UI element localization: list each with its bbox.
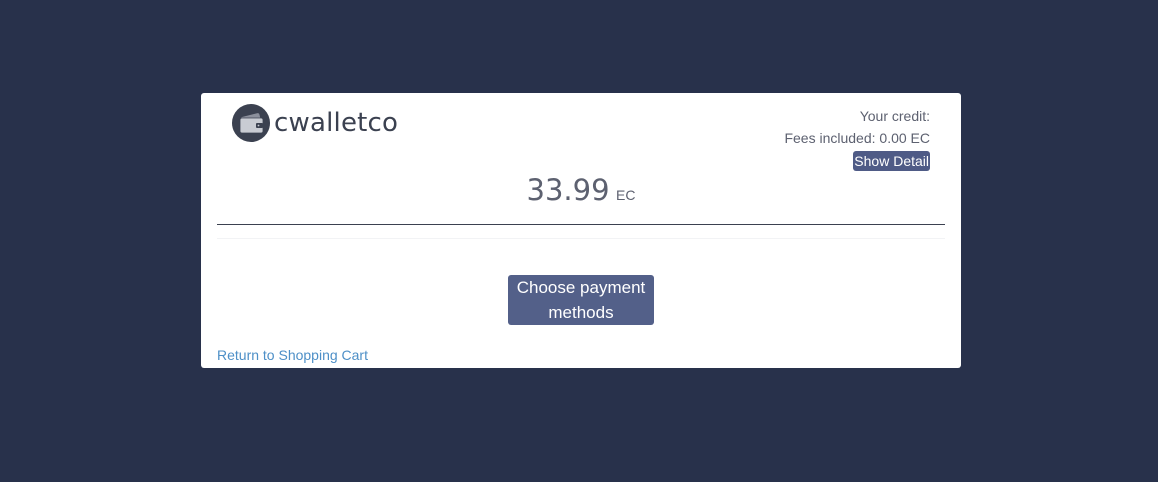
show-detail-button[interactable]: Show Detail — [853, 151, 930, 171]
order-amount: 33.99 EC — [201, 173, 961, 207]
divider-soft — [217, 238, 945, 239]
brand-logo: cwalletco — [232, 104, 398, 142]
credit-label: Your credit: — [859, 108, 930, 124]
amount-currency: EC — [616, 187, 636, 203]
amount-value: 33.99 — [526, 173, 610, 207]
payment-card: cwalletco Your credit: Fees included: 0.… — [201, 93, 961, 368]
fees-label: Fees included: 0.00 EC — [784, 130, 930, 146]
wallet-icon — [232, 104, 270, 142]
divider — [217, 224, 945, 225]
brand-name: cwalletco — [274, 108, 399, 138]
return-to-cart-link[interactable]: Return to Shopping Cart — [217, 347, 368, 363]
choose-payment-methods-button[interactable]: Choose payment methods — [508, 275, 654, 325]
credit-summary: Your credit: Fees included: 0.00 EC Show… — [784, 105, 930, 172]
